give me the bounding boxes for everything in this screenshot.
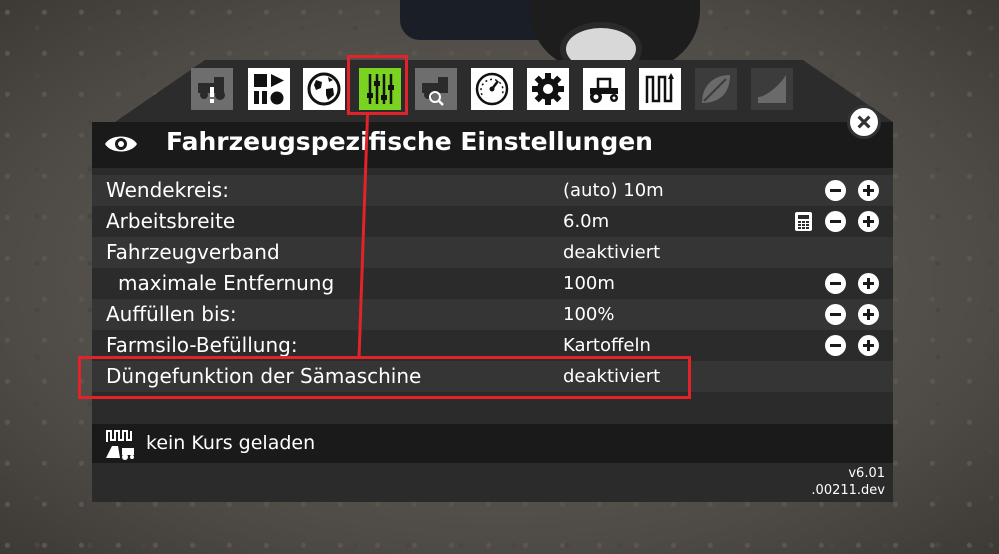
increase-button[interactable] <box>858 180 879 201</box>
course-status-icon <box>106 430 134 460</box>
tab-gear[interactable] <box>527 68 569 110</box>
close-button[interactable] <box>847 105 881 139</box>
eye-icon <box>105 136 137 152</box>
calculator-icon[interactable] <box>794 212 813 231</box>
decrease-button[interactable] <box>825 335 846 356</box>
setting-value: 100% <box>563 304 615 325</box>
increase-button[interactable] <box>858 335 879 356</box>
increase-button[interactable] <box>858 211 879 232</box>
gear-icon <box>532 73 564 105</box>
course-icon <box>645 73 674 103</box>
setting-value: Kartoffeln <box>563 335 651 356</box>
leaf-icon <box>702 75 730 103</box>
setting-row-arbeitsbreite[interactable]: Arbeitsbreite 6.0m <box>92 206 893 237</box>
setting-value: 100m <box>563 273 615 294</box>
tab-tractor[interactable] <box>583 68 625 110</box>
setting-row-auffuellen-bis[interactable]: Auffüllen bis: 100% <box>92 299 893 330</box>
highlight-tab-box <box>347 55 408 115</box>
tab-leaf[interactable] <box>695 68 737 110</box>
vehicle-search-icon <box>422 77 448 106</box>
page-title: Fahrzeugspezifische Einstellungen <box>166 127 653 156</box>
setting-value: (auto) 10m <box>563 180 664 201</box>
increase-button[interactable] <box>858 273 879 294</box>
decrease-button[interactable] <box>825 304 846 325</box>
speedometer-icon <box>475 72 509 106</box>
highlight-row-box <box>78 356 691 399</box>
vehicle-warning-icon <box>198 77 225 103</box>
increase-button[interactable] <box>858 304 879 325</box>
setting-label: Wendekreis: <box>106 178 229 202</box>
setting-row-maximale-entfernung[interactable]: maximale Entfernung 100m <box>92 268 893 299</box>
version-label: v6.01 .00211.dev <box>811 465 885 499</box>
version-line: v6.01 <box>848 466 885 481</box>
globe-icon <box>307 72 341 106</box>
course-status-text: kein Kurs geladen <box>146 432 316 454</box>
tab-field[interactable] <box>751 68 793 110</box>
tab-speedometer[interactable] <box>471 68 513 110</box>
tractor-icon <box>590 77 618 103</box>
decrease-button[interactable] <box>825 180 846 201</box>
decrease-button[interactable] <box>825 211 846 232</box>
setting-label: Arbeitsbreite <box>106 209 236 233</box>
tab-globe[interactable] <box>303 68 345 110</box>
setting-row-wendekreis[interactable]: Wendekreis: (auto) 10m <box>92 175 893 206</box>
tab-course[interactable] <box>639 68 681 110</box>
setting-row-fahrzeugverband[interactable]: Fahrzeugverband deaktiviert <box>92 237 893 268</box>
setting-label: Auffüllen bis: <box>106 302 237 326</box>
tab-shapes[interactable] <box>248 68 290 110</box>
setting-label: Farmsilo-Befüllung: <box>106 333 298 357</box>
setting-value: deaktiviert <box>563 242 661 263</box>
version-build: .00211.dev <box>811 483 885 498</box>
setting-value: 6.0m <box>563 211 610 232</box>
tab-vehicle-search[interactable] <box>415 68 457 110</box>
tab-vehicle-warning[interactable] <box>191 68 233 110</box>
decrease-button[interactable] <box>825 273 846 294</box>
setting-label: Fahrzeugverband <box>106 240 280 264</box>
shapes-icon <box>254 74 284 105</box>
setting-label: maximale Entfernung <box>118 271 335 295</box>
field-icon <box>758 75 786 103</box>
close-icon <box>857 115 871 129</box>
